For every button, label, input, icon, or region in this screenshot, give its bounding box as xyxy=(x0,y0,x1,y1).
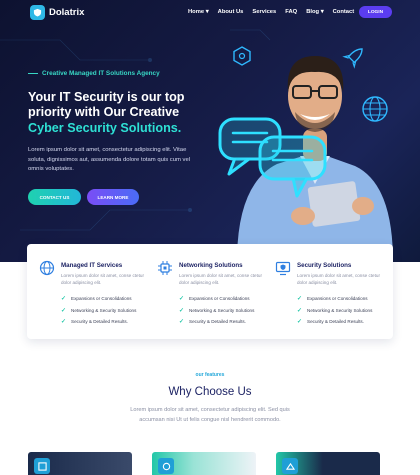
brand-logo[interactable]: Dolatrix xyxy=(30,5,84,20)
nav-item-home[interactable]: Home ▾ xyxy=(188,9,209,15)
hero-heading: Your IT Security is our top priority wit… xyxy=(28,90,228,136)
tagline-dash xyxy=(28,72,38,75)
check-icon: ✓ xyxy=(61,307,67,314)
check-icon: ✓ xyxy=(179,307,185,314)
service-text: Lorem ipsum dolor sit amet, conse ctetur… xyxy=(179,273,262,285)
nav-item-services[interactable]: Services xyxy=(252,9,276,15)
login-button[interactable]: LOGIN xyxy=(359,6,392,18)
check-icon: ✓ xyxy=(179,296,185,303)
brand-name: Dolatrix xyxy=(49,7,85,18)
feature-card-2[interactable] xyxy=(152,452,256,475)
hero-description: Lorem ipsum dolor sit amet, consectetur … xyxy=(28,147,191,172)
feature-card-icon xyxy=(34,458,50,474)
list-item: ✓ Expansions or Consolidations xyxy=(179,296,250,303)
hero-heading-line1: Your IT Security is our top xyxy=(28,90,185,104)
list-item: ✓ Security & Detailed Results. xyxy=(61,319,128,326)
feature-card-1[interactable] xyxy=(28,452,132,475)
secure-monitor-icon xyxy=(275,261,291,276)
network-hexagon-icon xyxy=(233,46,251,66)
feature-card-3[interactable] xyxy=(276,452,380,475)
feature-card-icon xyxy=(158,458,174,474)
list-item: ✓ Expansions or Consolidations xyxy=(297,296,368,303)
globe-icon xyxy=(362,96,388,122)
top-navbar: Dolatrix Home ▾ About Us Services FAQ Bl… xyxy=(0,0,420,26)
service-title: Security Solutions xyxy=(297,262,352,269)
features-label: our features xyxy=(195,372,225,378)
hero-tagline: Creative Managed IT Solutions Agency xyxy=(28,70,160,77)
nav-item-about[interactable]: About Us xyxy=(218,9,244,15)
check-icon: ✓ xyxy=(297,296,303,303)
services-card: Managed IT Services Lorem ipsum dolor si… xyxy=(27,244,393,339)
check-icon: ✓ xyxy=(61,319,67,326)
list-item: ✓ Security & Detailed Results. xyxy=(179,319,246,326)
service-text: Lorem ipsum dolor sit amet, conse ctetur… xyxy=(61,273,144,285)
hero-person-image xyxy=(218,46,393,262)
check-icon: ✓ xyxy=(297,319,303,326)
service-feature-list: ✓ Expansions or Consolidations ✓ Networkin… xyxy=(297,293,372,328)
hero-heading-line2: priority with Our Creative xyxy=(28,105,180,120)
chip-network-icon xyxy=(158,261,172,275)
list-item: ✓ Networking & Security Solutions xyxy=(297,307,373,314)
feature-card-icon xyxy=(282,458,298,474)
nav-item-blog[interactable]: Blog ▾ xyxy=(306,9,323,15)
check-icon: ✓ xyxy=(297,307,303,314)
features-description: Lorem ipsum dolor sit amet, consectetur … xyxy=(130,407,290,423)
service-text: Lorem ipsum dolor sit amet, conse ctetur… xyxy=(297,273,380,285)
service-title: Networking Solutions xyxy=(179,262,243,269)
globe-network-icon xyxy=(39,260,55,276)
tagline-text: Creative Managed IT Solutions Agency xyxy=(42,70,160,77)
check-icon: ✓ xyxy=(179,319,185,326)
rocket-icon xyxy=(342,48,363,69)
contact-us-button[interactable]: CONTACT US xyxy=(28,189,81,205)
list-item: ✓ Networking & Security Solutions xyxy=(179,307,255,314)
service-title: Managed IT Services xyxy=(61,262,123,269)
learn-more-button[interactable]: LEARN MORE xyxy=(87,189,139,205)
nav-item-faq[interactable]: FAQ xyxy=(285,9,297,15)
list-item: ✓ Security & Detailed Results. xyxy=(297,319,364,326)
features-title: Why Choose Us xyxy=(168,386,252,398)
service-feature-list: ✓ Expansions or Consolidations ✓ Networkin… xyxy=(61,293,136,328)
hero-heading-accent: Cyber Security Solutions. xyxy=(28,120,182,135)
main-menu: Home ▾ About Us Services FAQ Blog ▾ Cont… xyxy=(188,9,354,15)
shield-logo-icon xyxy=(30,5,45,20)
list-item: ✓ Networking & Security Solutions xyxy=(61,307,137,314)
check-icon: ✓ xyxy=(61,296,67,303)
hero-section: Dolatrix Home ▾ About Us Services FAQ Bl… xyxy=(0,0,420,262)
service-feature-list: ✓ Expansions or Consolidations ✓ Networkin… xyxy=(179,293,254,328)
list-item: ✓ Expansions or Consolidations xyxy=(61,296,132,303)
nav-item-contact[interactable]: Contact xyxy=(333,9,355,15)
